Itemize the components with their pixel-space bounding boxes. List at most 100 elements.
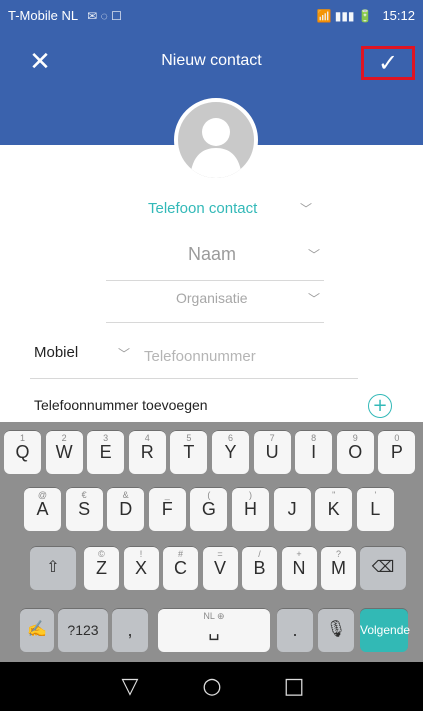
key-sub-label: ( — [207, 490, 211, 500]
shift-icon[interactable]: ⇧ — [30, 546, 76, 590]
carrier-label: T-Mobile NL — [8, 8, 78, 23]
key-n[interactable]: + N — [281, 546, 317, 590]
key-z[interactable]: © Z — [84, 546, 119, 590]
key-sub-label: 2 — [61, 433, 67, 443]
key-label: V — [213, 558, 226, 578]
key-sub-label: © — [98, 549, 105, 559]
person-icon — [190, 118, 242, 178]
key-r[interactable]: 4R — [128, 430, 166, 474]
period-key[interactable]: . — [277, 608, 313, 652]
key-sub-label: ' — [374, 490, 377, 500]
clock: 15:12 — [382, 8, 415, 23]
key-q[interactable]: 1Q — [4, 430, 41, 474]
key-sub-label: € — [81, 490, 87, 500]
phone-input[interactable] — [142, 342, 346, 370]
key-sub-label: 3 — [103, 433, 109, 443]
space-key[interactable]: NL ⊕ ␣ — [158, 608, 270, 652]
key-b[interactable]: / B — [242, 546, 277, 590]
key-label: U — [265, 442, 279, 462]
key-l[interactable]: ' L — [356, 487, 394, 531]
key-label: A — [36, 499, 49, 519]
key-k[interactable]: " K — [315, 487, 353, 531]
key-label: M — [331, 558, 346, 578]
key-label: Z — [96, 558, 107, 578]
organisation-label: Organisatie — [176, 290, 248, 306]
key-sub-label: 8 — [311, 433, 317, 443]
key-f[interactable]: _ F — [148, 487, 186, 531]
key-label: D — [119, 499, 133, 519]
chevron-down-icon[interactable]: ﹀ — [118, 345, 130, 362]
nav-bar: ▽ ○ □ — [0, 662, 423, 711]
key-label: X — [134, 558, 147, 578]
signal-icons: 📶 ▮▮▮ 🔋 — [316, 9, 373, 23]
organisation-field[interactable]: Organisatie ﹀ — [106, 284, 324, 323]
phone-row: Mobiel ﹀ — [30, 340, 358, 379]
key-s[interactable]: € S — [65, 487, 103, 531]
soft-keyboard: 1Q2W3E4R5T6Y7U8I9O0P @ A € S & D _ F(G) H J " K ' L ⇧… — [0, 422, 423, 662]
key-sub-label: 7 — [269, 433, 275, 443]
key-sub-label: + — [296, 549, 302, 559]
key-w[interactable]: 2W — [45, 430, 83, 474]
key-label: R — [140, 442, 154, 462]
page-title: Nieuw contact — [161, 52, 262, 69]
key-x[interactable]: ! X — [123, 546, 159, 590]
avatar[interactable] — [174, 98, 258, 182]
add-icon[interactable]: + — [368, 394, 392, 418]
key-sub-label: ? — [335, 549, 341, 559]
key-i[interactable]: 8I — [295, 430, 333, 474]
space-sub-label: NL ⊕ — [203, 611, 225, 621]
key-sub-label: 0 — [394, 433, 400, 443]
key-t[interactable]: 5T — [170, 430, 208, 474]
chevron-down-icon[interactable]: ﹀ — [300, 200, 312, 217]
key-sub-label: ! — [139, 549, 143, 559]
back-icon[interactable]: ▽ — [108, 662, 152, 711]
mic-icon[interactable]: 🎙 — [318, 608, 354, 652]
comma-key[interactable]: , — [112, 608, 148, 652]
key-h[interactable]: ) H — [232, 487, 269, 531]
key-c[interactable]: # C — [163, 546, 198, 590]
key-label: G — [201, 499, 216, 519]
key-u[interactable]: 7U — [253, 430, 291, 474]
key-sub-label: 4 — [144, 433, 150, 443]
recent-apps-icon[interactable]: □ — [272, 662, 316, 711]
home-icon[interactable]: ○ — [190, 662, 234, 711]
status-left: T-Mobile NL ✉ ◌ ☐ — [8, 8, 122, 23]
chevron-down-icon[interactable]: ﹀ — [308, 290, 320, 307]
chevron-down-icon[interactable]: ﹀ — [308, 246, 320, 263]
key-o[interactable]: 9O — [336, 430, 374, 474]
key-a[interactable]: @ A — [24, 487, 61, 531]
key-j[interactable]: J — [273, 487, 311, 531]
save-button[interactable]: ✓ — [361, 46, 415, 80]
key-y[interactable]: 6Y — [212, 430, 249, 474]
keyboard-row-2: @ A € S & D _ F(G) H J " K ' L — [0, 487, 423, 533]
key-label: H — [244, 499, 257, 519]
next-key[interactable]: Volgende — [360, 608, 410, 652]
key-label: T — [183, 442, 195, 462]
key-sub-label: & — [122, 490, 129, 500]
app-bar: ✕ Nieuw contact ✓ — [0, 34, 423, 90]
key-sub-label: 9 — [352, 433, 358, 443]
key-label: W — [55, 442, 73, 462]
handwriting-icon[interactable]: ✍ — [20, 608, 54, 652]
key-sub-label: " — [332, 490, 336, 500]
name-field[interactable]: Naam ﹀ — [106, 240, 324, 281]
key-m[interactable]: ? M — [321, 546, 356, 590]
status-bar: T-Mobile NL ✉ ◌ ☐ 📶 ▮▮▮ 🔋 15:12 — [0, 0, 423, 34]
phone-type-label[interactable]: Mobiel — [34, 344, 78, 361]
key-label: C — [174, 558, 187, 578]
key-label: P — [390, 442, 403, 462]
key-d[interactable]: & D — [107, 487, 145, 531]
key-p[interactable]: 0P — [378, 430, 416, 474]
backspace-icon[interactable]: ⌫ — [360, 546, 406, 590]
key-g[interactable]: (G — [190, 487, 228, 531]
key-label: E — [99, 442, 112, 462]
key-v[interactable]: = V — [202, 546, 238, 590]
key-sub-label: = — [217, 549, 223, 559]
key-e[interactable]: 3E — [87, 430, 125, 474]
notification-icons: ✉ ◌ ☐ — [87, 9, 122, 23]
add-phone-label[interactable]: Telefoonnummer toevoegen — [34, 397, 208, 413]
contact-type-selector[interactable]: Telefoon contact — [148, 200, 257, 217]
key-sub-label: 1 — [19, 433, 25, 443]
symbols-key[interactable]: ?123 — [58, 608, 108, 652]
key-label: S — [78, 499, 91, 519]
